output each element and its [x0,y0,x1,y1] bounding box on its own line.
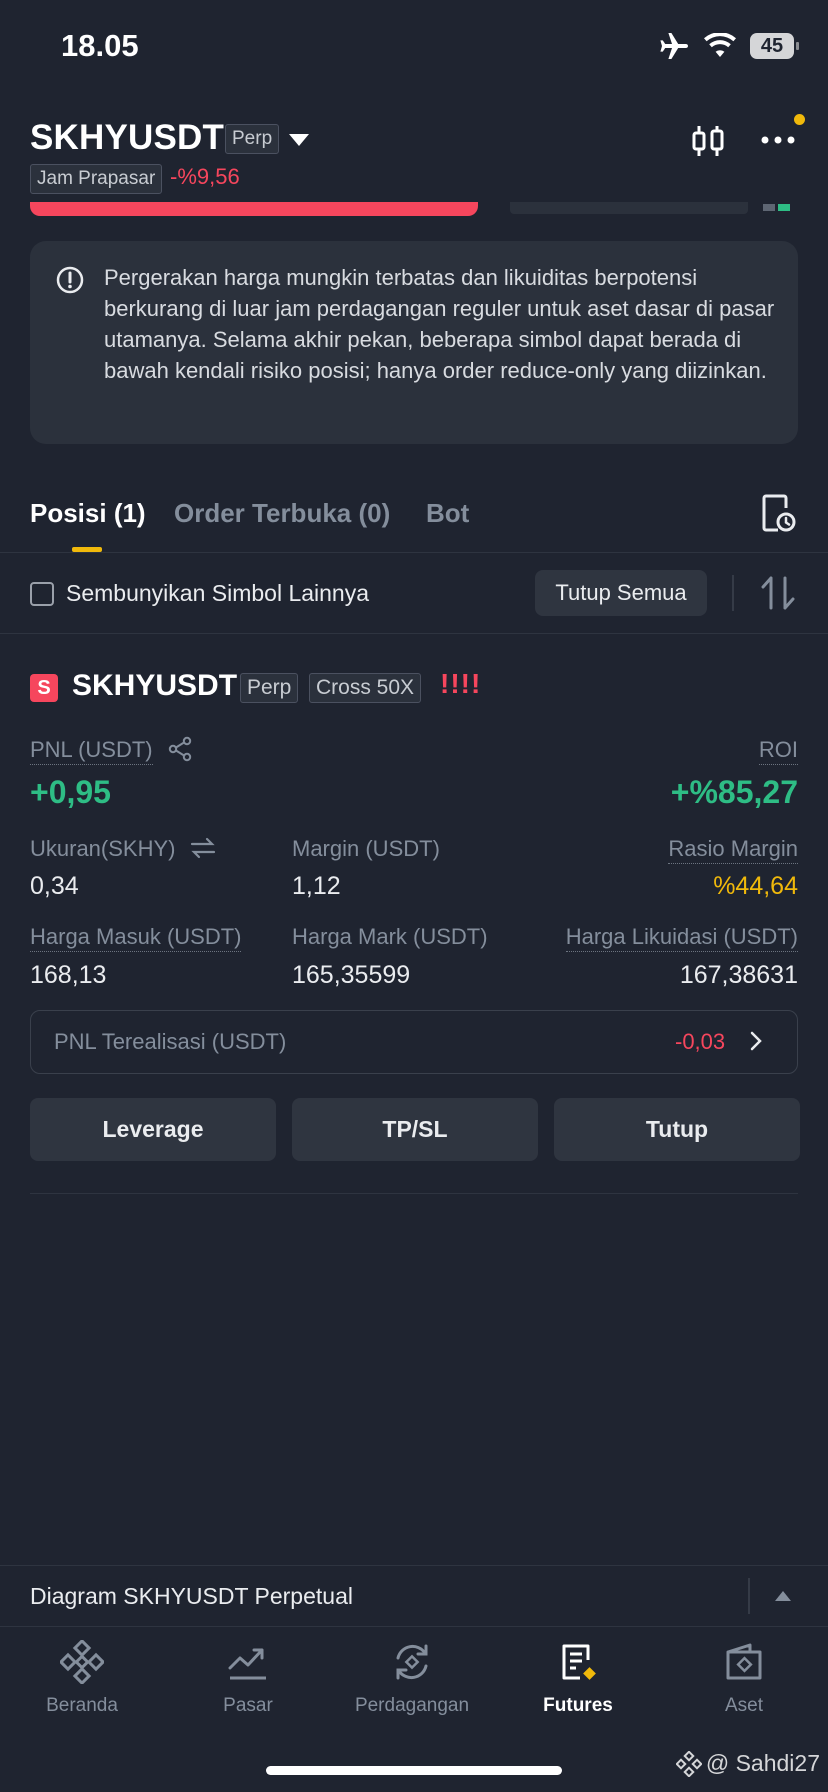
futures-document-icon [562,1644,596,1680]
liquidation-price-label: Harga Likuidasi (USDT) [565,924,798,952]
candlestick-chart-icon[interactable] [692,124,724,158]
size-label: Ukuran(SKHY) [30,836,176,861]
margin-label: Margin (USDT) [292,836,440,861]
session-tag: Jam Prapasar [30,164,163,194]
entry-price-value: 168,13 [30,961,107,989]
price-change-percent: -%9,56 [170,164,240,189]
chevron-right-icon [750,1031,762,1051]
mark-price-value: 165,35599 [292,961,411,989]
liquidation-price-value: 167,38631 [679,961,798,989]
pnl-label: PNL (USDT) [30,737,153,765]
hide-other-symbols-label[interactable]: Sembunyikan Simbol Lainnya [66,580,369,607]
entry-price-label: Harga Masuk (USDT) [30,924,242,952]
close-position-button[interactable]: Tutup [554,1098,800,1161]
nav-assets-label: Aset [724,1695,764,1716]
nav-assets[interactable]: Aset [674,1640,814,1717]
orderbook-depth-icon [763,204,790,211]
chart-toggle-label[interactable]: Diagram SKHYUSDT Perpetual [30,1583,353,1610]
chart-toggle-separator [748,1578,750,1614]
symbol-dropdown-icon[interactable] [289,134,309,146]
status-time: 18.05 [61,28,139,63]
mark-price-label: Harga Mark (USDT) [292,924,488,949]
nav-markets-label: Pasar [223,1695,273,1716]
margin-mode-tag[interactable]: Cross 50X [309,673,422,703]
input-remnant [510,202,748,214]
info-alert-icon [56,266,84,294]
expand-up-icon[interactable] [775,1591,791,1601]
nav-markets[interactable]: Pasar [178,1640,318,1717]
battery-indicator: 45 [750,33,799,59]
watermark-text: @ Sahdi27 [705,1750,820,1776]
nav-trade-label: Perdagangan [354,1695,470,1716]
roi-label: ROI [758,737,798,765]
tab-positions[interactable]: Posisi (1) [30,498,146,529]
tabs-divider [0,552,828,553]
hide-other-symbols-checkbox[interactable] [30,582,54,606]
nav-top-divider [0,1626,828,1627]
wallet-icon [726,1643,762,1680]
filter-divider [0,633,828,634]
tpsl-button[interactable]: TP/SL [292,1098,538,1161]
nav-trade[interactable]: Perdagangan [342,1640,482,1717]
trade-swap-icon [396,1644,428,1680]
size-value: 0,34 [30,872,79,900]
position-symbol[interactable]: SKHYUSDT [72,669,237,703]
nav-home-label: Beranda [46,1695,118,1716]
wifi-icon [704,33,736,57]
realized-pnl-label: PNL Terealisasi (USDT) [54,1029,287,1054]
status-icons: 45 [658,32,799,60]
watermark: @ Sahdi27 [675,1750,820,1777]
filter-separator [732,575,734,611]
short-side-badge: S [30,674,58,702]
symbol-title[interactable]: SKHYUSDT [30,118,224,158]
position-card-divider [30,1193,798,1194]
unit-switch-icon[interactable] [190,837,216,859]
notice-text: Pergerakan harga mungkin terbatas dan li… [104,265,775,383]
margin-ratio-label: Rasio Margin [668,836,798,864]
sort-icon[interactable] [760,574,796,612]
leverage-button[interactable]: Leverage [30,1098,276,1161]
risk-indicator: !!!! [440,668,482,699]
position-contract-tag: Perp [240,673,299,703]
notification-dot [794,114,805,125]
margin-value: 1,12 [292,872,341,900]
sell-button-remnant [30,202,478,216]
binance-watermark-icon [675,1750,702,1777]
close-all-button[interactable]: Tutup Semua [535,570,707,616]
order-history-icon[interactable] [760,494,796,534]
nav-futures[interactable]: Futures [508,1640,648,1717]
margin-ratio-value: %44,64 [713,872,798,900]
tab-open-orders[interactable]: Order Terbuka (0) [174,498,390,529]
tab-bot[interactable]: Bot [426,498,469,529]
pnl-value: +0,95 [30,774,111,810]
airplane-mode-icon [660,33,688,59]
share-icon[interactable] [167,736,193,762]
nav-futures-label: Futures [543,1695,613,1716]
more-options-icon[interactable] [760,124,796,156]
contract-type-tag: Perp [225,124,280,154]
home-indicator[interactable] [266,1766,562,1775]
roi-value: +%85,27 [670,774,798,810]
nav-home[interactable]: Beranda [12,1638,152,1717]
realized-pnl-value: -0,03 [675,1029,726,1054]
binance-logo-icon [58,1638,106,1686]
market-trend-icon [228,1648,266,1680]
